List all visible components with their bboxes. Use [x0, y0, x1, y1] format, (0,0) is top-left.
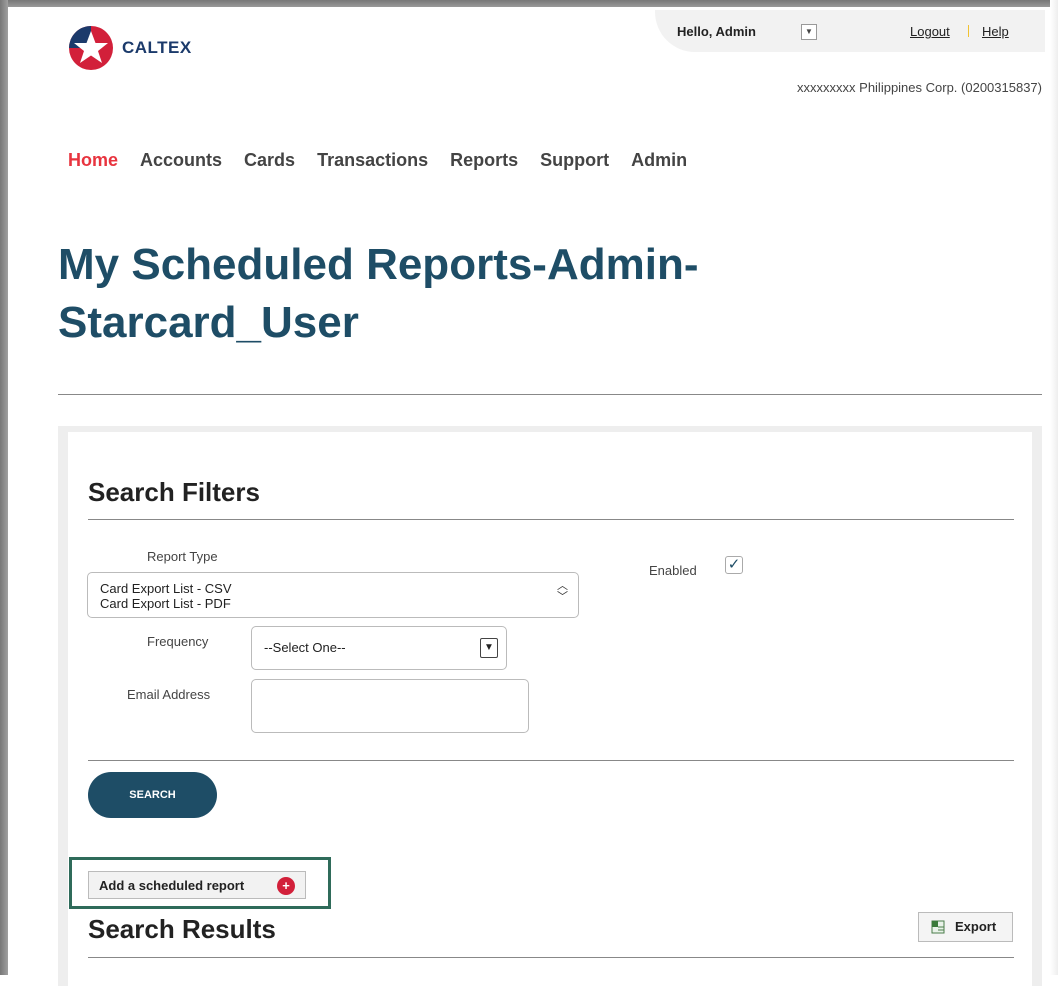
caltex-logo[interactable]: CALTEX [68, 25, 192, 71]
nav-item-transactions[interactable]: Transactions [317, 150, 428, 171]
add-scheduled-report-label: Add a scheduled report [99, 878, 245, 893]
enabled-checkbox[interactable]: ✓ [725, 556, 743, 574]
main-nav: Home Accounts Cards Transactions Reports… [68, 150, 709, 171]
listbox-scroll-arrows-icon[interactable]: ︿ ﹀ [557, 581, 568, 603]
nav-item-reports[interactable]: Reports [450, 150, 518, 171]
corporation-name: xxxxxxxxx Philippines Corp. (0200315837) [797, 80, 1042, 95]
report-type-option[interactable]: Card Export List - CSV [88, 581, 578, 596]
nav-item-cards[interactable]: Cards [244, 150, 295, 171]
report-type-option[interactable]: Card Export List - PDF [88, 596, 578, 611]
user-menu-dropdown-icon[interactable]: ▼ [801, 24, 817, 40]
chevron-down-icon[interactable]: ▼ [480, 638, 498, 658]
report-type-listbox[interactable]: Card Export List - CSV Card Export List … [87, 572, 579, 618]
nav-item-home[interactable]: Home [68, 150, 118, 171]
export-label: Export [955, 919, 997, 934]
nav-item-accounts[interactable]: Accounts [140, 150, 222, 171]
frequency-select[interactable]: --Select One-- ▼ [251, 626, 507, 670]
frequency-selected-value: --Select One-- [264, 640, 346, 655]
email-address-label: Email Address [127, 687, 211, 702]
spreadsheet-icon [931, 920, 945, 934]
page-title: My Scheduled Reports-Admin- Starcard_Use… [58, 236, 958, 352]
window-frame-right [1050, 0, 1058, 975]
results-divider [88, 957, 1014, 958]
page-title-line-1: My Scheduled Reports-Admin- [58, 240, 699, 289]
nav-item-admin[interactable]: Admin [631, 150, 687, 171]
user-greeting: Hello, Admin [677, 24, 756, 39]
help-link[interactable]: Help [982, 24, 1009, 39]
nav-item-support[interactable]: Support [540, 150, 609, 171]
page-title-line-2: Starcard_User [58, 298, 359, 347]
add-scheduled-report-button[interactable]: Add a scheduled report + [88, 871, 306, 899]
plus-circle-icon: + [277, 877, 295, 895]
search-divider [88, 760, 1014, 761]
report-type-label: Report Type [147, 549, 218, 564]
window-frame-left [0, 0, 8, 975]
brand-name: CALTEX [122, 38, 192, 57]
email-address-input[interactable] [251, 679, 529, 733]
title-divider [58, 394, 1042, 395]
window-frame-top [0, 0, 1058, 7]
search-results-heading: Search Results [88, 914, 276, 944]
export-button[interactable]: Export [918, 912, 1013, 942]
frequency-label: Frequency [147, 634, 209, 649]
caltex-star-icon [69, 26, 113, 70]
search-button[interactable]: SEARCH [88, 772, 217, 818]
search-filters-heading: Search Filters [88, 477, 260, 507]
enabled-label: Enabled [649, 563, 697, 578]
header-separator [968, 25, 969, 37]
filters-divider [88, 519, 1014, 520]
logout-link[interactable]: Logout [910, 24, 950, 39]
